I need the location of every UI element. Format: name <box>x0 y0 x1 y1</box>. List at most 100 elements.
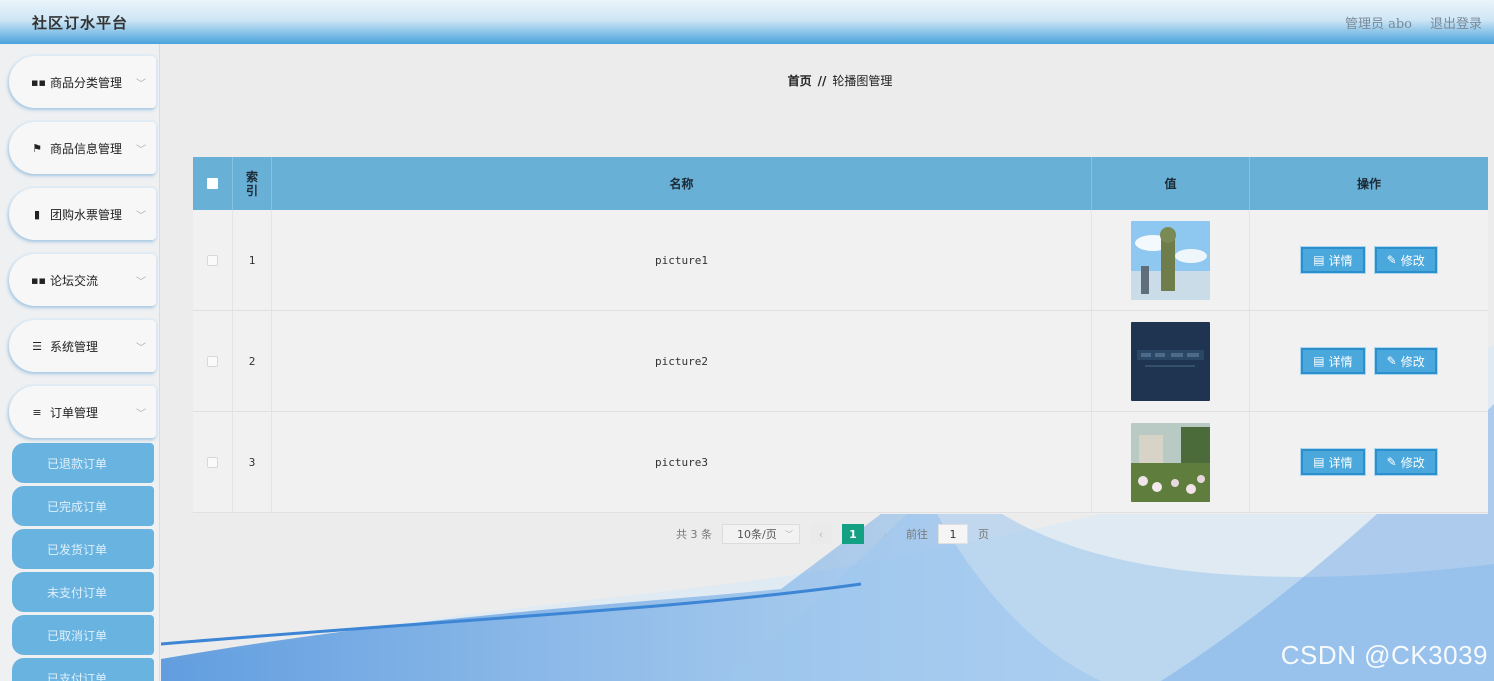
carousel-table: 索引 名称 值 操作 1 picture1 ▤ 详情 ✎ 修改 2 pictur… <box>193 157 1488 514</box>
sidebar-item-label: 订单管理 <box>50 405 99 420</box>
grid-icon: ▪▪ <box>31 75 46 89</box>
sidebar-subitem-unpaid-orders[interactable]: 未支付订单 <box>12 572 154 612</box>
breadcrumb: 首页 // 轮播图管理 <box>161 72 1494 89</box>
sidebar-item-system[interactable]: ☰ 系统管理 ﹀ <box>9 320 156 372</box>
dark-sign-photo-thumbnail[interactable] <box>1131 321 1210 401</box>
statue-photo-thumbnail[interactable] <box>1131 220 1210 300</box>
row-checkbox[interactable] <box>207 456 218 468</box>
document-icon: ▤ <box>1313 354 1325 368</box>
select-all-cell <box>193 157 233 210</box>
row-checkbox[interactable] <box>207 355 218 367</box>
row-index: 2 <box>233 311 272 411</box>
sidebar-subitem-label: 已支付订单 <box>47 671 108 681</box>
main-content: 首页 // 轮播图管理 索引 名称 值 操作 1 picture1 ▤ 详情 ✎ 修… <box>161 44 1494 681</box>
logout-link[interactable]: 退出登录 <box>1430 13 1482 32</box>
sidebar-item-group-ticket[interactable]: ▮ 团购水票管理 ﹀ <box>9 188 156 240</box>
top-header-bar: 社区订水平台 管理员 abo 退出登录 <box>0 0 1494 44</box>
chevron-down-icon: ﹀ <box>136 144 146 156</box>
detail-button-label: 详情 <box>1328 455 1353 470</box>
edit-button[interactable]: ✎ 修改 <box>1374 449 1437 475</box>
row-checkbox-cell <box>193 210 233 310</box>
sidebar-subitem-label: 已退款订单 <box>47 456 108 471</box>
trash-icon: ▮ <box>33 207 41 221</box>
sidebar-subitem-completed-orders[interactable]: 已完成订单 <box>12 486 154 526</box>
sidebar-subitem-refunded-orders[interactable]: 已退款订单 <box>12 443 154 483</box>
next-page-button[interactable]: › <box>874 524 896 544</box>
chevron-left-icon: ‹ <box>818 527 824 541</box>
goto-page-input[interactable]: 1 <box>938 524 968 544</box>
sidebar-subitem-label: 已完成订单 <box>47 499 108 514</box>
page-size-select[interactable]: 10条/页 ﹀ <box>722 524 800 544</box>
row-actions-cell: ▤ 详情 ✎ 修改 <box>1250 210 1488 310</box>
table-row: 3 picture3 ▤ 详情 ✎ 修改 <box>193 412 1488 513</box>
table-row: 2 picture2 ▤ 详情 ✎ 修改 <box>193 311 1488 412</box>
detail-button[interactable]: ▤ 详情 <box>1301 449 1365 475</box>
header-actions: 操作 <box>1356 177 1381 191</box>
chevron-down-icon: ﹀ <box>136 276 146 288</box>
pencil-icon: ✎ <box>1386 354 1397 368</box>
sidebar-subitem-shipped-orders[interactable]: 已发货订单 <box>12 529 154 569</box>
admin-user-label[interactable]: 管理员 abo <box>1345 13 1412 32</box>
table-header: 索引 名称 值 操作 <box>193 157 1488 210</box>
sidebar-item-orders[interactable]: ≡ 订单管理 ﹀ <box>9 386 156 438</box>
row-index: 3 <box>233 412 272 512</box>
garden-photo-thumbnail[interactable] <box>1131 422 1210 502</box>
sidebar-item-category[interactable]: ▪▪ 商品分类管理 ﹀ <box>9 56 156 108</box>
sidebar-item-forum[interactable]: ▪▪ 论坛交流 ﹀ <box>9 254 156 306</box>
sidebar-item-label: 系统管理 <box>50 339 99 354</box>
header-index: 索引 <box>233 157 272 210</box>
flag-icon: ⚑ <box>32 141 42 155</box>
header-value: 值 <box>1092 157 1250 210</box>
chevron-down-icon: ﹀ <box>136 78 146 90</box>
row-name: picture3 <box>272 412 1092 512</box>
pencil-icon: ✎ <box>1386 455 1397 469</box>
chevron-down-icon: ﹀ <box>136 408 146 420</box>
top-right-actions: 管理员 abo 退出登录 <box>1345 13 1482 32</box>
row-value-cell <box>1092 210 1250 310</box>
breadcrumb-separator: // <box>817 74 827 88</box>
row-value-cell <box>1092 412 1250 512</box>
watermark: CSDN @CK3039 <box>1280 640 1488 670</box>
pagination-total: 共 3 条 <box>676 528 712 541</box>
sidebar-item-product[interactable]: ⚑ 商品信息管理 ﹀ <box>9 122 156 174</box>
edit-button[interactable]: ✎ 修改 <box>1374 348 1437 374</box>
edit-button[interactable]: ✎ 修改 <box>1374 247 1437 273</box>
document-icon: ▤ <box>1313 455 1325 469</box>
row-checkbox-cell <box>193 311 233 411</box>
page-number-active[interactable]: 1 <box>842 524 864 544</box>
chevron-right-icon: › <box>882 527 888 541</box>
sidebar-subitem-cancelled-orders[interactable]: 已取消订单 <box>12 615 154 655</box>
breadcrumb-current: 轮播图管理 <box>832 74 893 88</box>
edit-button-label: 修改 <box>1400 253 1425 268</box>
detail-button[interactable]: ▤ 详情 <box>1301 247 1365 273</box>
edit-button-label: 修改 <box>1400 455 1425 470</box>
breadcrumb-home[interactable]: 首页 <box>788 74 812 88</box>
sidebar-item-label: 团购水票管理 <box>50 207 123 222</box>
row-name: picture2 <box>272 311 1092 411</box>
goto-label: 前往 <box>906 528 928 541</box>
list-icon: ≡ <box>32 405 42 419</box>
row-actions-cell: ▤ 详情 ✎ 修改 <box>1250 311 1488 411</box>
row-checkbox[interactable] <box>207 254 218 266</box>
chevron-down-icon: ﹀ <box>136 210 146 222</box>
row-actions-cell: ▤ 详情 ✎ 修改 <box>1250 412 1488 512</box>
prev-page-button[interactable]: ‹ <box>810 524 832 544</box>
row-index: 1 <box>233 210 272 310</box>
sidebar-subitem-paid-orders[interactable]: 已支付订单 <box>12 658 154 681</box>
header-name: 名称 <box>272 157 1092 210</box>
sidebar-item-label: 论坛交流 <box>50 273 99 288</box>
detail-button[interactable]: ▤ 详情 <box>1301 348 1365 374</box>
row-checkbox-cell <box>193 412 233 512</box>
table-row: 1 picture1 ▤ 详情 ✎ 修改 <box>193 210 1488 311</box>
select-all-checkbox[interactable] <box>207 178 218 189</box>
edit-button-label: 修改 <box>1400 354 1425 369</box>
page-suffix: 页 <box>978 528 989 541</box>
grid-icon: ▪▪ <box>31 273 46 287</box>
pencil-icon: ✎ <box>1386 253 1397 267</box>
sidebar-subitem-label: 未支付订单 <box>47 585 108 600</box>
sidebar: ▪▪ 商品分类管理 ﹀ ⚑ 商品信息管理 ﹀ ▮ 团购水票管理 ﹀ ▪▪ 论坛交… <box>0 44 160 681</box>
detail-button-label: 详情 <box>1328 253 1353 268</box>
sidebar-item-label: 商品信息管理 <box>50 141 123 156</box>
page-size-value: 10条/页 <box>737 528 777 541</box>
detail-button-label: 详情 <box>1328 354 1353 369</box>
